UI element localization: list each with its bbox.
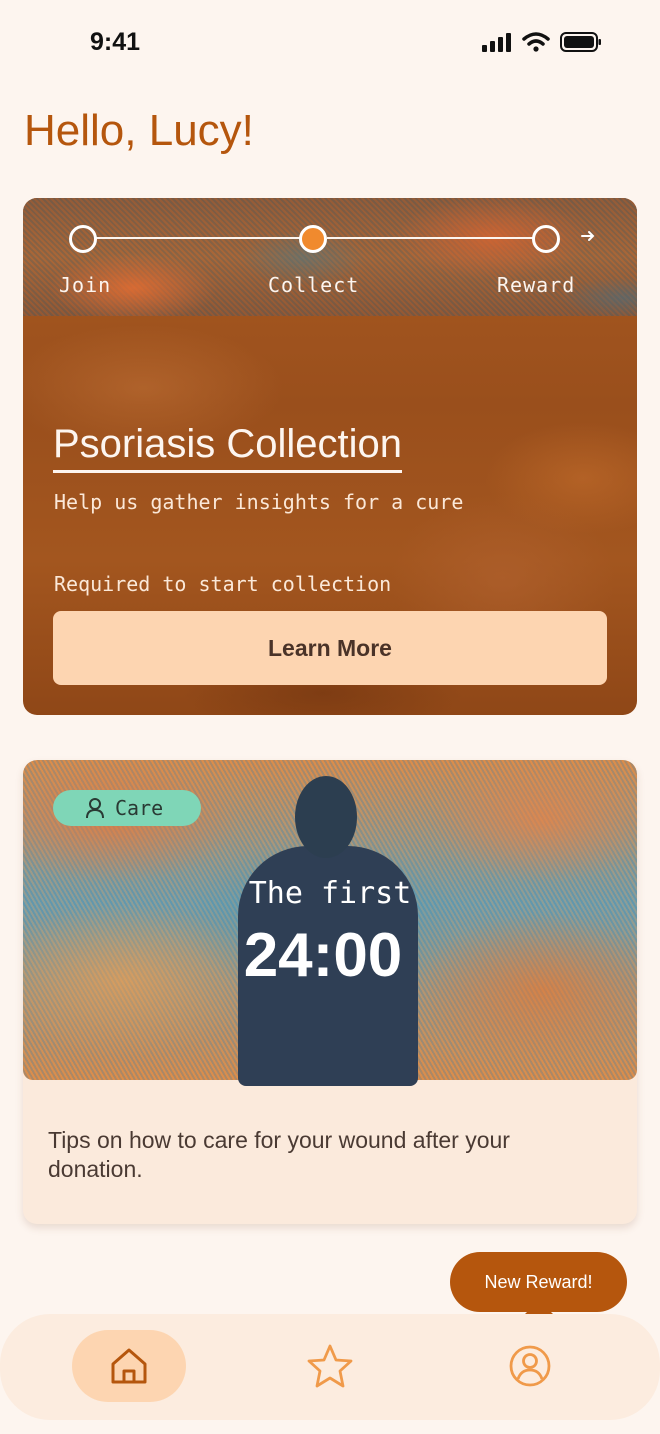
step-join-dot — [69, 225, 97, 253]
person-icon — [86, 798, 104, 819]
star-icon — [307, 1344, 353, 1388]
status-icons — [482, 32, 602, 52]
status-bar: 9:41 — [0, 0, 660, 90]
timer-prefix: The first — [248, 876, 412, 911]
profile-icon — [509, 1345, 551, 1387]
nav-rewards-button[interactable] — [280, 1330, 380, 1402]
bottom-nav — [0, 1314, 660, 1420]
home-icon — [111, 1348, 147, 1384]
step-connector — [327, 237, 533, 239]
progress-steps: Join Collect Reward — [23, 198, 637, 316]
collection-requirement: Required to start collection — [54, 572, 392, 596]
new-reward-tooltip[interactable]: New Reward! — [450, 1252, 627, 1312]
step-join-label: Join — [59, 273, 112, 297]
step-collect-dot — [299, 225, 327, 253]
arrow-right-icon — [580, 228, 596, 249]
greeting-title: Hello, Lucy! — [24, 106, 254, 155]
nav-home-button[interactable] — [72, 1330, 186, 1402]
care-badge: Care — [53, 790, 201, 826]
collection-card: Join Collect Reward Psoriasis Collection… — [23, 198, 637, 715]
step-collect-label: Collect — [268, 273, 360, 297]
care-card[interactable]: Care The first 24:00 Tips on how to care… — [23, 760, 637, 1224]
status-time: 9:41 — [90, 28, 141, 56]
step-reward-label: Reward — [497, 273, 576, 297]
collection-title[interactable]: Psoriasis Collection — [53, 422, 403, 473]
signal-icon — [482, 33, 511, 52]
wifi-icon — [522, 32, 550, 52]
care-badge-label: Care — [115, 796, 164, 820]
care-hero-image: Care The first 24:00 — [23, 760, 637, 1086]
timer-value: 24:00 — [243, 921, 403, 990]
battery-icon — [560, 32, 601, 52]
collection-subtitle: Help us gather insights for a cure — [54, 490, 464, 514]
learn-more-button[interactable]: Learn More — [53, 611, 607, 685]
person-silhouette-head — [295, 776, 357, 858]
nav-profile-button[interactable] — [480, 1330, 580, 1402]
step-reward-dot — [532, 225, 560, 253]
step-connector — [96, 237, 300, 239]
care-description: Tips on how to care for your wound after… — [48, 1127, 510, 1182]
